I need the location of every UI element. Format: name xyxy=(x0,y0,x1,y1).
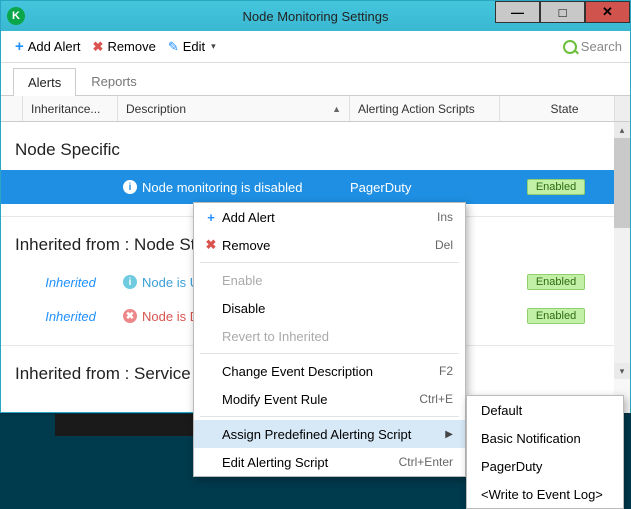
pencil-icon: ✎ xyxy=(168,39,179,55)
column-headers: Inheritance... Description ▲ Alerting Ac… xyxy=(1,96,630,122)
state-badge: Enabled xyxy=(527,179,585,195)
menu-accel: Ins xyxy=(437,210,453,224)
search-placeholder: Search xyxy=(581,39,622,54)
menu-accel: Ctrl+E xyxy=(419,392,453,406)
column-alerting-scripts[interactable]: Alerting Action Scripts xyxy=(350,96,500,121)
menu-label: Remove xyxy=(222,238,435,253)
toolbar: + Add Alert ✖ Remove ✎ Edit ▾ Search xyxy=(1,31,630,63)
column-description-label: Description xyxy=(126,102,186,116)
minimize-button[interactable]: — xyxy=(495,1,540,23)
info-icon: i xyxy=(123,180,137,194)
menu-revert: Revert to Inherited xyxy=(194,322,465,350)
plus-icon: + xyxy=(15,38,24,55)
state-badge: Enabled xyxy=(527,308,585,324)
menu-accel: Ctrl+Enter xyxy=(399,455,453,469)
scroll-up-button[interactable]: ▴ xyxy=(614,122,630,138)
search-input[interactable]: Search xyxy=(563,39,622,54)
scroll-down-button[interactable]: ▾ xyxy=(614,363,630,379)
add-alert-label: Add Alert xyxy=(28,39,81,54)
menu-separator xyxy=(200,416,459,417)
plus-icon: + xyxy=(200,210,222,225)
submenu-write-eventlog[interactable]: <Write to Event Log> xyxy=(467,480,623,508)
table-row-selected[interactable]: i Node monitoring is disabled PagerDuty … xyxy=(1,170,630,204)
vertical-scrollbar[interactable]: ▴ ▾ xyxy=(614,122,630,413)
chevron-down-icon: ▾ xyxy=(211,41,216,52)
column-drag-handle[interactable] xyxy=(1,96,23,121)
edit-label: Edit xyxy=(183,39,205,54)
status-up-icon: i xyxy=(123,275,137,289)
cell-description: Node monitoring is disabled xyxy=(142,180,350,195)
section-node-specific: Node Specific xyxy=(1,122,630,170)
maximize-button[interactable]: □ xyxy=(540,1,585,23)
context-menu: + Add Alert Ins ✖ Remove Del Enable Disa… xyxy=(193,202,466,477)
menu-separator xyxy=(200,262,459,263)
menu-label: Add Alert xyxy=(222,210,437,225)
cell-action: PagerDuty xyxy=(350,180,500,195)
state-badge: Enabled xyxy=(527,274,585,290)
menu-change-description[interactable]: Change Event Description F2 xyxy=(194,357,465,385)
tabs: Alerts Reports xyxy=(1,67,630,96)
column-description[interactable]: Description ▲ xyxy=(118,96,350,121)
menu-enable: Enable xyxy=(194,266,465,294)
menu-label: Enable xyxy=(222,273,453,288)
menu-accel: F2 xyxy=(439,364,453,378)
add-alert-button[interactable]: + Add Alert xyxy=(9,36,87,57)
column-inheritance[interactable]: Inheritance... xyxy=(23,96,118,121)
menu-accel: Del xyxy=(435,238,453,252)
remove-button[interactable]: ✖ Remove xyxy=(87,37,162,57)
cell-inherited: Inherited xyxy=(23,275,118,290)
close-button[interactable]: ✕ xyxy=(585,1,630,23)
menu-separator xyxy=(200,353,459,354)
menu-add-alert[interactable]: + Add Alert Ins xyxy=(194,203,465,231)
menu-label: Change Event Description xyxy=(222,364,439,379)
menu-edit-script[interactable]: Edit Alerting Script Ctrl+Enter xyxy=(194,448,465,476)
app-icon: K xyxy=(7,7,25,25)
scroll-thumb[interactable] xyxy=(614,138,630,228)
x-icon: ✖ xyxy=(200,237,222,253)
remove-label: Remove xyxy=(107,39,155,54)
search-icon xyxy=(563,40,577,54)
edit-button[interactable]: ✎ Edit ▾ xyxy=(162,37,222,57)
submenu-default[interactable]: Default xyxy=(467,396,623,424)
menu-disable[interactable]: Disable xyxy=(194,294,465,322)
menu-label: Modify Event Rule xyxy=(222,392,419,407)
cell-inherited: Inherited xyxy=(23,309,118,324)
scroll-gutter-header xyxy=(614,96,630,121)
submenu-assign-script: Default Basic Notification PagerDuty <Wr… xyxy=(466,395,624,509)
menu-label: Assign Predefined Alerting Script xyxy=(222,427,439,442)
menu-remove[interactable]: ✖ Remove Del xyxy=(194,231,465,259)
tab-alerts[interactable]: Alerts xyxy=(13,68,76,96)
column-state[interactable]: State xyxy=(500,96,630,121)
chevron-right-icon: ▶ xyxy=(445,429,453,440)
submenu-pagerduty[interactable]: PagerDuty xyxy=(467,452,623,480)
menu-label: Disable xyxy=(222,301,453,316)
submenu-basic-notification[interactable]: Basic Notification xyxy=(467,424,623,452)
menu-assign-script[interactable]: Assign Predefined Alerting Script ▶ xyxy=(194,420,465,448)
status-down-icon: ✖ xyxy=(123,309,137,323)
x-icon: ✖ xyxy=(93,39,104,55)
title-bar[interactable]: K Node Monitoring Settings — □ ✕ xyxy=(1,1,630,31)
menu-label: Revert to Inherited xyxy=(222,329,453,344)
tab-reports[interactable]: Reports xyxy=(76,67,152,95)
menu-label: Edit Alerting Script xyxy=(222,455,399,470)
sort-asc-icon: ▲ xyxy=(332,104,341,114)
menu-modify-rule[interactable]: Modify Event Rule Ctrl+E xyxy=(194,385,465,413)
